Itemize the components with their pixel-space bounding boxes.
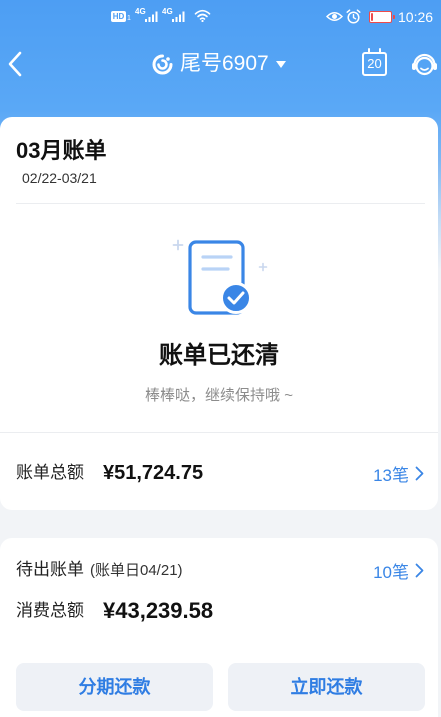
bill-total-amount: ¥51,724.75: [103, 462, 204, 484]
divider: [0, 432, 438, 433]
bill-period: 02/22-03/21: [22, 170, 97, 186]
battery-level-fill: [371, 13, 374, 21]
spend-total-label: 消费总额: [16, 601, 84, 620]
pending-bill-date: (账单日04/21): [90, 562, 183, 579]
page-title: 尾号6907: [180, 52, 269, 75]
bank-logo-icon: [152, 54, 173, 74]
bill-status-subtitle: 棒棒哒，继续保持哦 ~: [145, 387, 293, 404]
card-selector[interactable]: 尾号6907: [152, 51, 286, 77]
hd-volte-badge: HD: [111, 11, 126, 22]
signal-bars-icon: [145, 11, 158, 22]
sim-slot-indicator: 1: [127, 15, 131, 22]
alarm-icon: [346, 9, 361, 24]
document-check-icon: [172, 239, 268, 315]
cellular-signal-2: 4G: [162, 8, 185, 23]
battery-icon: [369, 11, 395, 23]
spend-total-row: 消费总额 ¥43,239.58: [0, 597, 438, 625]
eye-icon: [326, 12, 343, 21]
divider: [16, 203, 425, 204]
pending-bill-label: 待出账单: [16, 560, 84, 579]
pending-bill-heading: 待出账单 (账单日04/21): [16, 556, 183, 584]
bill-transaction-count: 13笔: [373, 465, 409, 485]
sparkle-icon: [258, 262, 268, 272]
chevron-left-icon: [8, 51, 22, 77]
customer-service-icon[interactable]: [410, 50, 439, 79]
wifi-icon: [194, 9, 211, 22]
bill-transactions-link[interactable]: 13笔: [373, 459, 424, 487]
chevron-right-icon: [415, 466, 424, 480]
pending-bill-row: 待出账单 (账单日04/21) 10笔: [0, 556, 438, 584]
pending-transaction-count: 10笔: [373, 562, 409, 582]
bill-status-title: 账单已还清: [159, 342, 279, 369]
repay-now-button[interactable]: 立即还款: [228, 663, 425, 711]
chevron-right-icon: [415, 563, 424, 577]
pending-bill-card: 待出账单 (账单日04/21) 10笔 消费总额 ¥43,239.58 分期还款…: [0, 538, 438, 717]
bill-month-title: 03月账单: [16, 138, 107, 163]
signal-bars-icon: [172, 11, 185, 22]
sparkle-icon: [172, 239, 184, 251]
calendar-button[interactable]: 20: [362, 48, 387, 76]
cellular-signal-1: 4G: [135, 8, 158, 23]
calendar-day-label: 20: [367, 56, 382, 71]
pending-transactions-link[interactable]: 10笔: [373, 556, 424, 584]
bill-card: 03月账单 02/22-03/21 账单已还清 棒棒哒，继续保持哦 ~ 账单总额…: [0, 117, 438, 510]
installment-button[interactable]: 分期还款: [16, 663, 213, 711]
spend-total-amount: ¥43,239.58: [103, 598, 214, 623]
status-bar: HD 1 4G 4G 10:26: [0, 0, 441, 34]
back-button[interactable]: [3, 50, 27, 78]
dropdown-triangle-icon: [275, 60, 286, 68]
bill-total-row: 账单总额 ¥51,724.75 13笔: [0, 459, 438, 487]
status-time: 10:26: [398, 9, 434, 25]
bill-total-label: 账单总额: [16, 463, 84, 482]
